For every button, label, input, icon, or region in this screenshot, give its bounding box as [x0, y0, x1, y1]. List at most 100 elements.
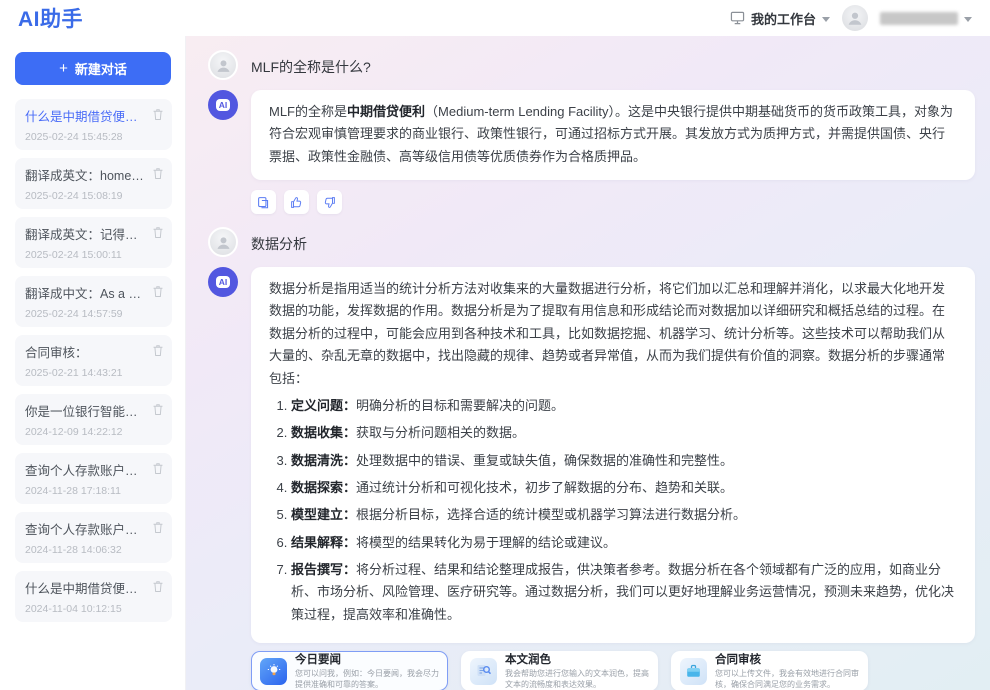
- step-desc: 通过统计分析和可视化技术，初步了解数据的分布、趋势和关联。: [356, 480, 733, 495]
- step-term: 数据收集：: [291, 425, 356, 440]
- history-item[interactable]: 翻译成英文：home home 2025-02-24 15:08:19: [15, 158, 172, 209]
- thumbs-up-button[interactable]: [284, 190, 309, 214]
- history-title: 你是一位银行智能客服，...: [25, 401, 144, 420]
- trash-icon[interactable]: [152, 285, 164, 298]
- quick-features-zone: 今日要闻 您可以问我，例如：今日要闻，我会尽力提供准确和可靠的答案。 本文润色 …: [251, 651, 975, 690]
- history-item[interactable]: 什么是中期借贷便利... 2025-02-24 15:45:28: [15, 99, 172, 150]
- user-message-avatar: [208, 50, 238, 80]
- feature-title: 合同审核: [715, 651, 859, 667]
- account-menu[interactable]: [880, 12, 972, 25]
- history-timestamp: 2024-11-28 17:18:11: [25, 485, 144, 497]
- history-title: 翻译成英文：记得刚开始...: [25, 224, 144, 243]
- history-timestamp: 2025-02-24 14:57:59: [25, 308, 144, 320]
- step-term: 模型建立：: [291, 507, 356, 522]
- step-desc: 获取与分析问题相关的数据。: [356, 425, 525, 440]
- history-title: 什么是中期借贷便利...: [25, 578, 144, 597]
- history-title: 查询个人存款账户的最新...: [25, 460, 144, 479]
- ai-text-bold: 中期借贷便利: [347, 104, 425, 119]
- step-term: 定义问题：: [291, 398, 356, 413]
- list-item: 报告撰写：将分析过程、结果和结论整理成报告，供决策者参考。数据分析在各个领域都有…: [291, 559, 957, 626]
- ai-message-row: AI 数据分析是指用适当的统计分析方法对收集来的大量数据进行分析，将它们加以汇总…: [208, 267, 975, 643]
- top-header: AI助手 我的工作台: [0, 0, 990, 36]
- list-item: 模型建立：根据分析目标，选择合适的统计模型或机器学习算法进行数据分析。: [291, 504, 957, 526]
- ai-avatar: AI: [208, 267, 238, 297]
- username-redacted: [880, 12, 958, 25]
- new-chat-label: 新建对话: [75, 59, 127, 78]
- trash-icon[interactable]: [152, 521, 164, 534]
- history-timestamp: 2025-02-24 15:08:19: [25, 190, 144, 202]
- history-title: 翻译成英文：home home: [25, 165, 144, 184]
- feature-desc: 我会帮助您进行您输入的文本润色，提高文本的流畅度和表达效果。: [505, 669, 649, 690]
- trash-icon[interactable]: [152, 226, 164, 239]
- step-desc: 将模型的结果转化为易于理解的结论或建议。: [356, 535, 616, 550]
- briefcase-icon: [680, 658, 707, 685]
- history-title: 合同审核：: [25, 342, 144, 361]
- feature-card-polish[interactable]: 本文润色 我会帮助您进行您输入的文本润色，提高文本的流畅度和表达效果。: [461, 651, 658, 690]
- ai-message-row: AI MLF的全称是中期借贷便利（Medium-term Lending Fac…: [208, 90, 975, 180]
- history-item[interactable]: 翻译成中文：As a reader... 2025-02-24 14:57:59: [15, 276, 172, 327]
- feature-desc: 您可以上传文件，我会有效地进行合同审核，确保合同满足您的业务需求。: [715, 669, 859, 690]
- step-term: 数据清洗：: [291, 453, 356, 468]
- user-avatar[interactable]: [842, 5, 868, 31]
- list-item: 数据收集：获取与分析问题相关的数据。: [291, 422, 957, 444]
- step-desc: 处理数据中的错误、重复或缺失值，确保数据的准确性和完整性。: [356, 453, 733, 468]
- history-item[interactable]: 查询个人存款账户的最新... 2024-11-28 14:06:32: [15, 512, 172, 563]
- ai-badge-icon: AI: [216, 99, 231, 112]
- history-title: 翻译成中文：As a reader...: [25, 283, 144, 302]
- trash-icon[interactable]: [152, 580, 164, 593]
- user-message-row: 数据分析: [208, 227, 975, 257]
- history-timestamp: 2025-02-24 15:45:28: [25, 131, 144, 143]
- workspace-menu[interactable]: 我的工作台: [730, 9, 830, 28]
- history-title: 什么是中期借贷便利...: [25, 106, 144, 125]
- ai-text: MLF的全称是: [269, 104, 347, 119]
- ai-intro-paragraph: 数据分析是指用适当的统计分析方法对收集来的大量数据进行分析，将它们加以汇总和理解…: [269, 278, 957, 390]
- user-message-avatar: [208, 227, 238, 257]
- history-item[interactable]: 你是一位银行智能客服，... 2024-12-09 14:22:12: [15, 394, 172, 445]
- feature-card-contract[interactable]: 合同审核 您可以上传文件，我会有效地进行合同审核，确保合同满足您的业务需求。: [671, 651, 868, 690]
- caret-down-icon: [822, 17, 830, 22]
- step-desc: 根据分析目标，选择合适的统计模型或机器学习算法进行数据分析。: [356, 507, 746, 522]
- workspace-label: 我的工作台: [751, 9, 816, 28]
- monitor-icon: [730, 11, 745, 25]
- feature-desc: 您可以问我，例如：今日要闻，我会尽力提供准确和可靠的答案。: [295, 669, 439, 690]
- ai-message-card: MLF的全称是中期借贷便利（Medium-term Lending Facili…: [251, 90, 975, 180]
- new-chat-button[interactable]: + 新建对话: [15, 52, 171, 85]
- app-logo: AI助手: [18, 3, 83, 33]
- message-actions: [251, 190, 975, 214]
- trash-icon[interactable]: [152, 462, 164, 475]
- lightbulb-icon: [260, 658, 287, 685]
- feature-title: 今日要闻: [295, 651, 439, 667]
- history-timestamp: 2024-11-04 10:12:15: [25, 603, 144, 615]
- ai-badge-icon: AI: [216, 276, 231, 289]
- list-item: 数据清洗：处理数据中的错误、重复或缺失值，确保数据的准确性和完整性。: [291, 450, 957, 472]
- history-timestamp: 2025-02-24 15:00:11: [25, 249, 144, 261]
- feature-title: 本文润色: [505, 651, 649, 667]
- list-item: 定义问题：明确分析的目标和需要解决的问题。: [291, 395, 957, 417]
- history-item[interactable]: 合同审核： 2025-02-21 14:43:21: [15, 335, 172, 386]
- plus-icon: +: [59, 60, 68, 77]
- step-term: 数据探索：: [291, 480, 356, 495]
- user-message-text: MLF的全称是什么?: [251, 50, 371, 80]
- trash-icon[interactable]: [152, 108, 164, 121]
- history-item[interactable]: 翻译成英文：记得刚开始... 2025-02-24 15:00:11: [15, 217, 172, 268]
- user-message-row: MLF的全称是什么?: [208, 50, 975, 80]
- history-item[interactable]: 查询个人存款账户的最新... 2024-11-28 17:18:11: [15, 453, 172, 504]
- feature-cards-grid: 今日要闻 您可以问我，例如：今日要闻，我会尽力提供准确和可靠的答案。 本文润色 …: [251, 651, 975, 690]
- trash-icon[interactable]: [152, 167, 164, 180]
- doc-magnifier-icon: [470, 658, 497, 685]
- step-term: 报告撰写：: [291, 562, 356, 577]
- feature-card-news[interactable]: 今日要闻 您可以问我，例如：今日要闻，我会尽力提供准确和可靠的答案。: [251, 651, 448, 690]
- history-timestamp: 2024-11-28 14:06:32: [25, 544, 144, 556]
- ai-avatar: AI: [208, 90, 238, 120]
- step-desc: 明确分析的目标和需要解决的问题。: [356, 398, 564, 413]
- thumbs-down-button[interactable]: [317, 190, 342, 214]
- copy-button[interactable]: [251, 190, 276, 214]
- chat-main-area: MLF的全称是什么? AI MLF的全称是中期借贷便利（Medium-term …: [186, 36, 990, 690]
- user-message-text: 数据分析: [251, 227, 307, 257]
- conversation-sidebar: + 新建对话 什么是中期借贷便利... 2025-02-24 15:45:28 …: [0, 36, 186, 690]
- history-title: 查询个人存款账户的最新...: [25, 519, 144, 538]
- history-item[interactable]: 什么是中期借贷便利... 2024-11-04 10:12:15: [15, 571, 172, 622]
- history-timestamp: 2025-02-21 14:43:21: [25, 367, 144, 379]
- trash-icon[interactable]: [152, 344, 164, 357]
- trash-icon[interactable]: [152, 403, 164, 416]
